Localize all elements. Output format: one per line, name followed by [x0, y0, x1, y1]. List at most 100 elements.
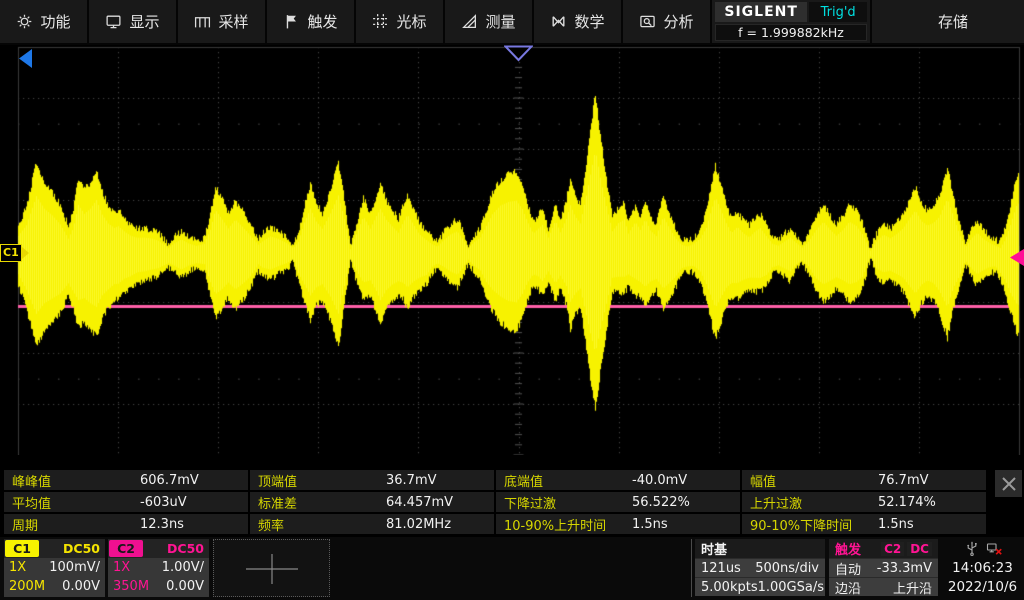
channel2-scale: 1.00V/ — [162, 560, 204, 575]
measurement-cell: 标准差64.457mV — [250, 492, 494, 512]
timebase-points: 5.00kpts — [701, 580, 758, 595]
measurement-cell: 频率81.02MHz — [250, 514, 494, 534]
math-icon — [550, 13, 567, 30]
usb-icon — [964, 541, 980, 557]
channel1-descriptor-box[interactable]: C1 DC50 1X 100mV/ 200M 0.00V — [4, 539, 105, 597]
trigger-mode: 自动 — [835, 559, 861, 578]
menu-item-measure[interactable]: 测量 — [445, 0, 534, 43]
measurement-label: 底端值 — [504, 471, 632, 490]
trigger-title: 触发 — [835, 539, 861, 558]
channel2-descriptor-box[interactable]: C2 DC50 1X 1.00V/ 350M 0.00V — [108, 539, 209, 597]
menu-item-label: 触发 — [307, 11, 337, 32]
menu-item-label: 分析 — [663, 11, 693, 32]
acquire-icon — [194, 13, 211, 30]
measurement-label: 下降过激 — [504, 493, 632, 512]
oscilloscope-screen: 功能显示采样触发光标测量数学分析 SIGLENT Trig'd f = 1.99… — [0, 0, 1024, 600]
measurement-label: 峰峰值 — [12, 471, 140, 490]
menu-item-function[interactable]: 功能 — [0, 0, 89, 43]
timebase-delay: 121us — [701, 561, 741, 576]
measurement-value: 1.5ns — [878, 517, 914, 532]
menu-item-label: 测量 — [485, 11, 515, 32]
menu-item-label: 采样 — [218, 11, 248, 32]
statusbar-divider — [691, 539, 692, 597]
channel2-tab[interactable]: C2 — [109, 540, 143, 557]
measurement-cell: 下降过激56.522% — [496, 492, 740, 512]
measurement-value: 606.7mV — [140, 473, 199, 488]
measurement-label: 90-10%下降时间 — [750, 515, 878, 534]
channel2-probe: 1X — [113, 560, 130, 575]
menu-item-display[interactable]: 显示 — [89, 0, 178, 43]
measurement-label: 频率 — [258, 515, 386, 534]
menu-item-math[interactable]: 数学 — [534, 0, 623, 43]
measurement-cell: 上升过激52.174% — [742, 492, 986, 512]
menu-item-label: 光标 — [396, 11, 426, 32]
menu-item-analysis[interactable]: 分析 — [623, 0, 712, 43]
trigger-position-marker-icon[interactable] — [504, 45, 533, 62]
channel1-bandwidth: 200M — [9, 579, 45, 594]
menu-item-trigger[interactable]: 触发 — [267, 0, 356, 43]
channel1-level-marker[interactable]: C1 — [0, 244, 29, 262]
menu-item-label: 数学 — [574, 11, 604, 32]
measurement-label: 平均值 — [12, 493, 140, 512]
channel1-level-arrow-icon — [22, 247, 29, 259]
measurement-value: 76.7mV — [878, 473, 929, 488]
measurement-cell: 平均值-603uV — [4, 492, 248, 512]
clock-date: 2022/10/6 — [948, 577, 1017, 596]
clock-block: 14:06:23 2022/10/6 — [941, 539, 1024, 597]
trigger-source-badge: C2 — [881, 542, 904, 556]
trigger-delay-marker-icon[interactable] — [19, 49, 32, 68]
measurement-cell: 幅值76.7mV — [742, 470, 986, 490]
timebase-scale: 500ns/div — [755, 561, 819, 576]
menu-items: 功能显示 采样 触发 光标 测量 数学 分析 — [0, 0, 712, 45]
measurement-value: 52.174% — [878, 495, 936, 510]
channel1-offset: 0.00V — [62, 579, 100, 594]
measurement-value: 81.02MHz — [386, 517, 451, 532]
siglent-logo: SIGLENT — [715, 2, 807, 22]
clock-time: 14:06:23 — [952, 558, 1013, 577]
measurement-cell: 峰峰值606.7mV — [4, 470, 248, 490]
channel1-probe: 1X — [9, 560, 26, 575]
measure-icon — [461, 13, 478, 30]
measurement-panel: 峰峰值606.7mV顶端值36.7mV底端值-40.0mV幅值76.7mV平均值… — [4, 470, 988, 536]
measurement-label: 10-90%上升时间 — [504, 515, 632, 534]
channel1-level-label: C1 — [0, 244, 22, 262]
measurement-cell: 底端值-40.0mV — [496, 470, 740, 490]
measurement-row: 平均值-603uV标准差64.457mV下降过激56.522%上升过激52.17… — [4, 492, 988, 512]
measurement-value: 64.457mV — [386, 495, 453, 510]
measurement-value: 12.3ns — [140, 517, 184, 532]
channel1-tab[interactable]: C1 — [5, 540, 39, 557]
measurement-cell: 顶端值36.7mV — [250, 470, 494, 490]
timebase-samplerate: 1.00GSa/s — [758, 580, 824, 595]
channel2-coupling: DC50 — [167, 541, 204, 556]
measurement-label: 标准差 — [258, 493, 386, 512]
brand-status-block: SIGLENT Trig'd f = 1.999882kHz — [712, 0, 872, 43]
measurement-value: 36.7mV — [386, 473, 437, 488]
trigger-status-badge: Trig'd — [809, 2, 867, 22]
channel1-coupling: DC50 — [63, 541, 100, 556]
frequency-counter: f = 1.999882kHz — [715, 24, 867, 41]
menu-item-cursor[interactable]: 光标 — [356, 0, 445, 43]
trigger-level: -33.3mV — [877, 561, 932, 576]
timebase-box[interactable]: 时基 121us 500ns/div 5.00kpts 1.00GSa/s — [695, 539, 825, 597]
waveform-canvas[interactable] — [0, 45, 1024, 455]
channel2-offset: 0.00V — [166, 579, 204, 594]
add-channel-box[interactable] — [213, 539, 330, 597]
timebase-title: 时基 — [701, 539, 727, 558]
trigger-box[interactable]: 触发 C2 DC 自动 -33.3mV 边沿 上升沿 — [829, 539, 938, 597]
menu-item-storage[interactable]: 存储 — [872, 0, 1024, 43]
lan-disconnected-icon — [986, 541, 1002, 557]
measurement-cell: 90-10%下降时间1.5ns — [742, 514, 986, 534]
menu-item-acquire[interactable]: 采样 — [178, 0, 267, 43]
measurement-cell: 10-90%上升时间1.5ns — [496, 514, 740, 534]
crosshair-icon — [214, 540, 329, 596]
trigger-level-marker-icon[interactable] — [1010, 249, 1024, 266]
trigger-coupling-badge: DC — [907, 542, 932, 556]
analysis-icon — [639, 13, 656, 30]
trigger-type: 边沿 — [835, 578, 861, 597]
measurement-label: 上升过激 — [750, 493, 878, 512]
measurement-row: 周期12.3ns频率81.02MHz10-90%上升时间1.5ns90-10%下… — [4, 514, 988, 534]
menu-item-label: 功能 — [40, 11, 70, 32]
measurement-value: -603uV — [140, 495, 187, 510]
measurement-panel-close-button[interactable] — [995, 470, 1022, 497]
measurement-value: 1.5ns — [632, 517, 668, 532]
